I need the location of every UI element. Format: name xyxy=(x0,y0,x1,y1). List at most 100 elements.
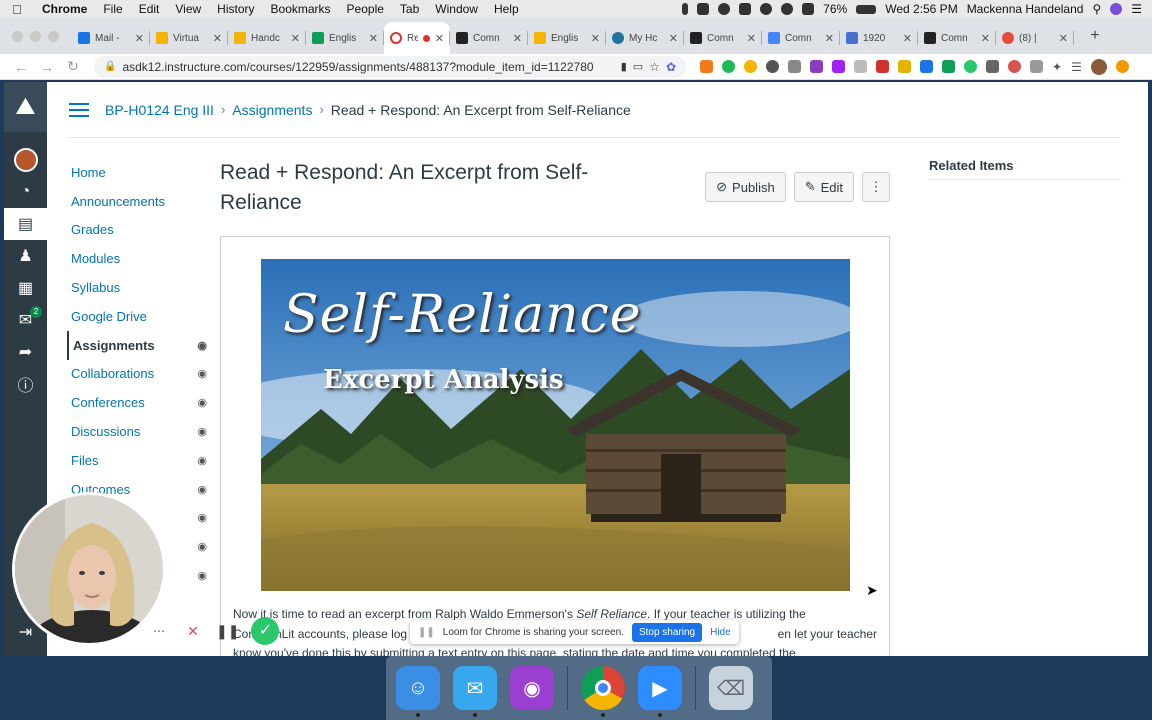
reload-icon[interactable]: ↻ xyxy=(60,58,86,75)
browser-tab[interactable]: Handc ✕ xyxy=(228,22,306,54)
extension-icon[interactable] xyxy=(766,60,779,73)
extension-icon[interactable] xyxy=(964,60,977,73)
breadcrumb-assignments-link[interactable]: Assignments xyxy=(232,102,312,118)
minimize-window-icon[interactable] xyxy=(30,31,41,42)
extension-icon[interactable] xyxy=(898,60,911,73)
close-tab-icon[interactable]: ✕ xyxy=(291,32,300,45)
loom-extension-icon[interactable]: ✿ xyxy=(666,60,676,74)
loom-finish-icon[interactable]: ✓ xyxy=(251,617,280,645)
zoom-icon[interactable]: ▶ xyxy=(638,666,682,717)
groups-icon[interactable]: ♟ xyxy=(4,240,47,272)
menubar-user[interactable]: Mackenna Handeland xyxy=(967,2,1084,16)
address-bar-url[interactable]: asdk12.instructure.com/courses/122959/as… xyxy=(122,60,614,74)
course-nav-files[interactable]: Files ◉ xyxy=(67,446,207,475)
close-tab-icon[interactable]: ✕ xyxy=(591,32,600,45)
loom-more-icon[interactable]: ⋯ xyxy=(148,620,170,642)
course-nav-home[interactable]: Home xyxy=(67,158,207,187)
course-nav-grades[interactable]: Grades xyxy=(67,216,207,245)
close-tab-icon[interactable]: ✕ xyxy=(369,32,378,45)
hide-sharing-bar-button[interactable]: Hide xyxy=(710,627,731,638)
reading-list-icon[interactable]: ☰ xyxy=(1071,60,1082,74)
account-nav-item[interactable] xyxy=(4,144,47,176)
browser-tab-active[interactable]: Re ✕ xyxy=(384,22,450,54)
extension-icon[interactable] xyxy=(920,60,933,73)
time-machine-icon[interactable] xyxy=(760,3,773,15)
browser-tab[interactable]: Comn ✕ xyxy=(450,22,528,54)
loom-camera-bubble[interactable] xyxy=(12,492,166,646)
control-center-icon[interactable]: ☰ xyxy=(1131,2,1142,16)
loom-icon[interactable] xyxy=(697,3,710,15)
browser-tab[interactable]: 1920 ✕ xyxy=(840,22,918,54)
wifi-icon[interactable] xyxy=(802,3,815,15)
close-tab-icon[interactable]: ✕ xyxy=(825,32,834,45)
menu-edit[interactable]: Edit xyxy=(131,2,168,16)
close-tab-icon[interactable]: ✕ xyxy=(1059,32,1068,45)
menu-history[interactable]: History xyxy=(209,2,262,16)
extension-icon[interactable] xyxy=(942,60,955,73)
address-bar[interactable]: 🔒 asdk12.instructure.com/courses/122959/… xyxy=(94,55,686,78)
close-tab-icon[interactable]: ✕ xyxy=(513,32,522,45)
airplay-icon[interactable] xyxy=(739,3,752,15)
browser-tab[interactable]: Mail - ✕ xyxy=(72,22,150,54)
profile-avatar-icon[interactable] xyxy=(1090,58,1107,75)
browser-tab[interactable]: Comn ✕ xyxy=(762,22,840,54)
extension-icon[interactable] xyxy=(1008,60,1021,73)
cast-icon[interactable]: ▭ xyxy=(633,60,643,73)
close-tab-icon[interactable]: ✕ xyxy=(669,32,678,45)
forward-arrow-icon[interactable]: → xyxy=(34,59,60,75)
extension-icon[interactable] xyxy=(986,60,999,73)
extension-icon[interactable] xyxy=(722,60,735,73)
course-nav-discussions[interactable]: Discussions ◉ xyxy=(67,417,207,446)
battery-icon[interactable] xyxy=(856,4,877,14)
close-tab-icon[interactable]: ✕ xyxy=(213,32,222,45)
close-tab-icon[interactable]: ✕ xyxy=(435,32,444,45)
loom-pause-icon[interactable]: ❚❚ xyxy=(216,623,239,640)
extension-icon[interactable] xyxy=(744,60,757,73)
courses-icon[interactable]: ▤ xyxy=(4,208,47,240)
siri-icon[interactable] xyxy=(1110,3,1123,15)
dashboard-icon[interactable]: ◔ xyxy=(4,176,47,208)
battery-percent[interactable]: 76% xyxy=(823,2,847,16)
browser-tab[interactable]: Englis ✕ xyxy=(528,22,606,54)
extension-icon[interactable] xyxy=(876,60,889,73)
spotlight-icon[interactable]: ⚲ xyxy=(1092,2,1101,16)
chrome-icon[interactable] xyxy=(581,666,625,717)
close-tab-icon[interactable]: ✕ xyxy=(903,32,912,45)
browser-tab[interactable]: Virtua ✕ xyxy=(150,22,228,54)
record-icon[interactable] xyxy=(718,3,731,15)
publish-button[interactable]: ⊘ Publish xyxy=(705,172,786,202)
course-nav-syllabus[interactable]: Syllabus xyxy=(67,273,207,302)
course-nav-conferences[interactable]: Conferences ◉ xyxy=(67,388,207,417)
hamburger-menu-icon[interactable] xyxy=(69,102,89,117)
loom-cancel-icon[interactable]: ✕ xyxy=(182,620,204,642)
menu-help[interactable]: Help xyxy=(486,2,527,16)
camera-permission-icon[interactable]: ▮ xyxy=(621,60,627,73)
menu-bookmarks[interactable]: Bookmarks xyxy=(263,2,339,16)
extension-icon[interactable] xyxy=(1030,60,1043,73)
finder-icon[interactable]: ☺ xyxy=(396,666,440,717)
close-tab-icon[interactable]: ✕ xyxy=(981,32,990,45)
drag-handle-icon[interactable]: ❚❚ xyxy=(418,627,435,638)
inbox-icon[interactable]: ✉ 2 xyxy=(4,304,47,336)
extension-icon[interactable] xyxy=(788,60,801,73)
extension-icon[interactable] xyxy=(854,60,867,73)
browser-tab[interactable]: Englis ✕ xyxy=(306,22,384,54)
institution-logo-icon[interactable]: ⛰ xyxy=(4,82,47,132)
browser-tab[interactable]: Comn ✕ xyxy=(684,22,762,54)
new-tab-icon[interactable]: + xyxy=(1080,27,1110,45)
stop-sharing-button[interactable]: Stop sharing xyxy=(631,622,703,642)
zoom-window-icon[interactable] xyxy=(48,31,59,42)
extension-icon[interactable] xyxy=(700,60,713,73)
bookmark-star-icon[interactable]: ☆ xyxy=(649,60,660,74)
browser-tab[interactable]: (8) | ✕ xyxy=(996,22,1074,54)
more-options-icon[interactable]: ⋮ xyxy=(862,172,890,202)
help-icon[interactable]: ⓘ xyxy=(4,368,47,400)
extension-icon[interactable] xyxy=(832,60,845,73)
messages-icon[interactable]: ✉ xyxy=(453,666,497,717)
breadcrumb-course-link[interactable]: BP-H0124 Eng III xyxy=(105,102,214,118)
puzzle-extensions-icon[interactable]: ✦ xyxy=(1052,60,1062,74)
close-tab-icon[interactable]: ✕ xyxy=(135,32,144,45)
menu-app-name[interactable]: Chrome xyxy=(34,2,95,16)
course-nav-google-drive[interactable]: Google Drive xyxy=(67,302,207,331)
microphone-icon[interactable] xyxy=(682,3,689,15)
